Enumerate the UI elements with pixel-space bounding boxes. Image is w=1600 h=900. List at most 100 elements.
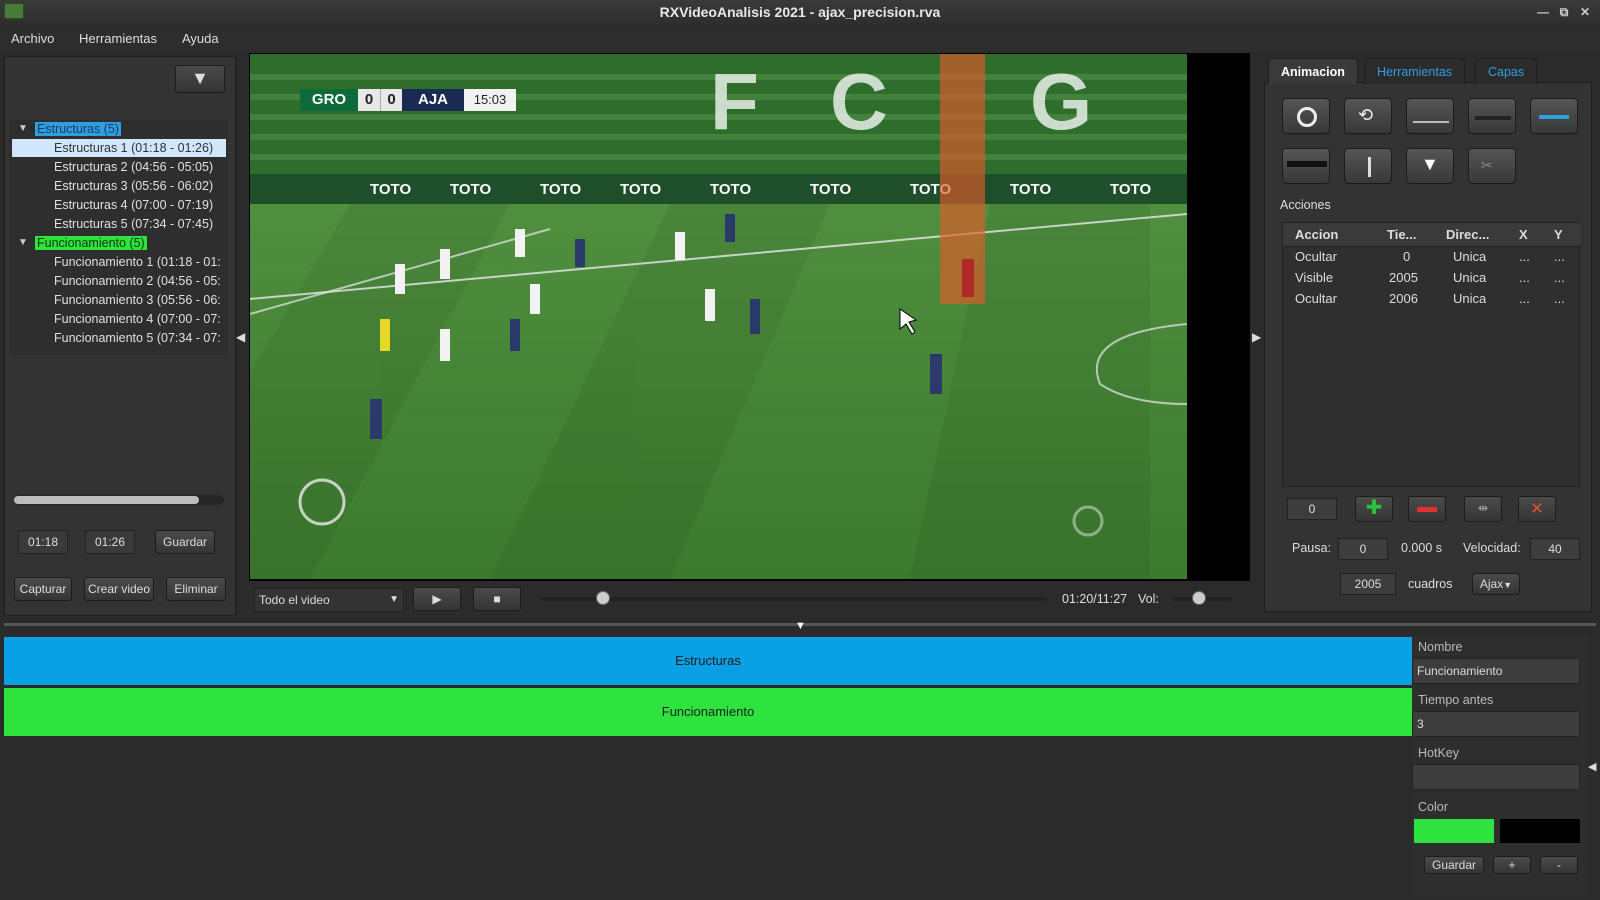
home-score: 0 bbox=[358, 89, 380, 111]
collapse-right-icon[interactable]: ▶ bbox=[1252, 330, 1261, 344]
volume-thumb[interactable] bbox=[1192, 591, 1206, 605]
volume-label: Vol: bbox=[1138, 592, 1159, 606]
tree-item[interactable]: Estructuras 1 (01:18 - 01:26) bbox=[12, 139, 226, 157]
restore-icon[interactable]: ⧉ bbox=[1555, 0, 1573, 24]
tree-item[interactable]: Estructuras 2 (04:56 - 05:05) bbox=[54, 158, 213, 176]
arrow-down-button[interactable]: ▼ bbox=[1406, 148, 1454, 184]
bar-tool-button[interactable] bbox=[1282, 148, 1330, 184]
splitter-handle-icon[interactable]: ▼ bbox=[795, 620, 806, 632]
menu-herramientas[interactable]: Herramientas bbox=[79, 31, 157, 46]
stand-letter: G bbox=[1030, 57, 1092, 146]
capture-button[interactable]: Capturar bbox=[14, 577, 72, 601]
volume-slider[interactable] bbox=[1172, 591, 1232, 605]
seek-thumb[interactable] bbox=[595, 591, 610, 605]
menu-bar: Archivo Herramientas Ayuda bbox=[0, 26, 1600, 52]
save-properties-button[interactable]: Guardar bbox=[1424, 856, 1484, 874]
tab-herramientas[interactable]: Herramientas bbox=[1364, 58, 1466, 84]
tree-item[interactable]: Funcionamiento 3 (05:56 - 06: bbox=[54, 291, 226, 309]
circle-icon bbox=[1297, 107, 1317, 127]
away-team: AJA bbox=[402, 89, 464, 111]
playback-time: 01:20/11:27 bbox=[1062, 592, 1128, 606]
app-icon bbox=[4, 3, 24, 19]
video-view[interactable]: F C G TOTO TOTO TOTO TOTO TOTO TOTO TOTO… bbox=[250, 54, 1187, 579]
hotkey-label: HotKey bbox=[1418, 746, 1459, 760]
thick-line-icon bbox=[1475, 116, 1511, 120]
thin-line-icon bbox=[1413, 121, 1449, 123]
tree-item[interactable]: Estructuras 4 (07:00 - 07:19) bbox=[54, 196, 213, 214]
frame-counter[interactable]: 0 bbox=[1287, 498, 1337, 520]
remove-action-button[interactable] bbox=[1408, 496, 1446, 522]
color-label: Color bbox=[1418, 800, 1448, 814]
svg-text:TOTO: TOTO bbox=[450, 181, 491, 198]
shape-tool-button[interactable] bbox=[1282, 98, 1330, 134]
scrollbar-thumb[interactable] bbox=[14, 496, 199, 504]
tree-item[interactable]: Funcionamiento 2 (04:56 - 05: bbox=[54, 272, 226, 290]
svg-text:TOTO: TOTO bbox=[1010, 181, 1051, 198]
menu-archivo[interactable]: Archivo bbox=[11, 31, 54, 46]
table-row[interactable]: Visible 2005 Unica ... ... bbox=[1283, 268, 1581, 289]
table-row[interactable]: Ocultar 0 Unica ... ... bbox=[1283, 247, 1581, 268]
minus-icon bbox=[1417, 507, 1437, 512]
tree-item[interactable]: Funcionamiento 5 (07:34 - 07: bbox=[54, 329, 226, 347]
menu-ayuda[interactable]: Ayuda bbox=[182, 31, 219, 46]
actions-title: Acciones bbox=[1280, 198, 1331, 212]
collapse-left-icon[interactable]: ◀ bbox=[236, 330, 245, 344]
frames-input[interactable]: 2005 bbox=[1340, 573, 1396, 595]
split-action-button[interactable]: ⇹ bbox=[1464, 496, 1502, 522]
expand-icon[interactable]: ▼ bbox=[18, 237, 28, 248]
tree-scrollbar[interactable] bbox=[14, 495, 224, 505]
tiempo-antes-label: Tiempo antes bbox=[1418, 693, 1494, 707]
home-team: GRO bbox=[300, 89, 358, 111]
tab-animacion[interactable]: Animacion bbox=[1268, 58, 1358, 84]
tree-group-estructuras[interactable]: Estructuras (5) bbox=[35, 120, 121, 138]
timeline-track-estructuras[interactable]: Estructuras bbox=[4, 637, 1412, 685]
clip-end-time[interactable]: 01:26 bbox=[85, 530, 135, 554]
clear-actions-button[interactable]: ✕ bbox=[1518, 496, 1556, 522]
tree-item[interactable]: Estructuras 3 (05:56 - 06:02) bbox=[54, 177, 213, 195]
thick-line-button[interactable] bbox=[1468, 98, 1516, 134]
pausa-input[interactable]: 0 bbox=[1338, 538, 1388, 560]
tree-item[interactable]: Estructuras 5 (07:34 - 07:45) bbox=[54, 215, 213, 233]
pausa-seconds: 0.000 s bbox=[1401, 541, 1443, 555]
color-swatch[interactable] bbox=[1414, 819, 1494, 843]
delete-button[interactable]: Eliminar bbox=[166, 577, 226, 601]
filter-button[interactable]: ▼ bbox=[175, 65, 225, 93]
expand-icon[interactable]: ▼ bbox=[18, 123, 28, 134]
close-icon[interactable]: ✕ bbox=[1576, 0, 1594, 24]
add-action-button[interactable]: ✚ bbox=[1355, 496, 1393, 522]
tree-item[interactable]: Funcionamiento 4 (07:00 - 07: bbox=[54, 310, 226, 328]
stop-button[interactable]: ■ bbox=[473, 587, 521, 611]
vertical-line-button[interactable] bbox=[1344, 148, 1392, 184]
nombre-input[interactable]: Funcionamiento bbox=[1412, 658, 1580, 684]
create-video-button[interactable]: Crear video bbox=[84, 577, 154, 601]
add-track-button[interactable]: + bbox=[1493, 856, 1531, 874]
collapse-properties-icon[interactable]: ◀ bbox=[1588, 760, 1596, 773]
line-tool-button[interactable] bbox=[1406, 98, 1454, 134]
blue-line-button[interactable] bbox=[1530, 98, 1578, 134]
save-clip-button[interactable]: Guardar bbox=[155, 530, 215, 554]
tab-capas[interactable]: Capas bbox=[1475, 58, 1538, 84]
velocidad-input[interactable]: 40 bbox=[1530, 538, 1580, 560]
remove-track-button[interactable]: - bbox=[1540, 856, 1578, 874]
team-select[interactable]: Ajax▼ bbox=[1472, 573, 1520, 595]
seek-bar[interactable] bbox=[542, 591, 1047, 605]
rotate-tool-button[interactable]: ⟲ bbox=[1344, 98, 1392, 134]
tree-group-funcionamiento[interactable]: Funcionamiento (5) bbox=[35, 234, 147, 252]
timeline-track-funcionamiento[interactable]: Funcionamiento bbox=[4, 688, 1412, 736]
svg-text:TOTO: TOTO bbox=[370, 181, 411, 198]
clip-start-time[interactable]: 01:18 bbox=[18, 530, 68, 554]
tiempo-antes-input[interactable]: 3 bbox=[1412, 711, 1580, 737]
color-picker-button[interactable] bbox=[1500, 819, 1580, 843]
bar-icon bbox=[1287, 161, 1327, 167]
play-button[interactable]: ▶ bbox=[413, 587, 461, 611]
minimize-icon[interactable]: — bbox=[1534, 0, 1552, 24]
hotkey-input[interactable] bbox=[1412, 764, 1580, 790]
erase-tool-button[interactable]: ✂ bbox=[1468, 148, 1516, 184]
tree-item[interactable]: Funcionamiento 1 (01:18 - 01: bbox=[54, 253, 226, 271]
table-row[interactable]: Ocultar 2006 Unica ... ... bbox=[1283, 289, 1581, 310]
rotate-icon: ⟲ bbox=[1358, 105, 1374, 125]
video-mode-select[interactable]: Todo el video ▼ bbox=[254, 588, 404, 612]
triangle-down-icon: ▼ bbox=[1421, 154, 1439, 174]
stand-letter: C bbox=[830, 57, 888, 146]
split-icon: ⇹ bbox=[1477, 501, 1489, 515]
